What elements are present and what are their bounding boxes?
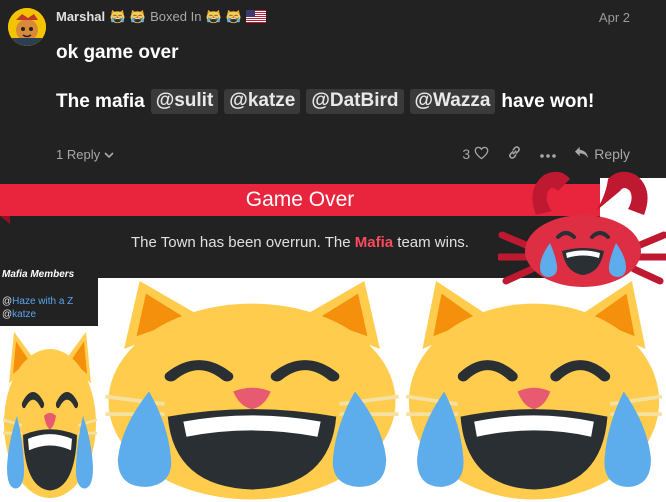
post-text: have won! [501,90,595,112]
cat-flair-icon [130,9,145,24]
post-text-line: The mafia @sulit @katze @DatBird @Wazza … [56,89,594,114]
member-link[interactable]: @Haze with a Z [2,296,73,307]
joy-cat-emoji [398,276,666,502]
heart-icon [474,146,489,163]
crab-emoji [498,171,666,287]
replies-toggle[interactable]: 1 Reply [56,147,114,162]
more-options-icon[interactable] [540,146,557,162]
post-date[interactable]: Apr 2 [599,10,630,25]
cat-flair-icon [206,9,222,24]
mention-link[interactable]: @katze [224,89,301,114]
link-icon[interactable] [507,145,522,163]
message-text: team wins. [397,234,469,251]
reply-button[interactable]: Reply [574,146,630,162]
post-text-line: ok game over [56,42,179,63]
mention-link[interactable]: @sulit [150,89,219,114]
like-button[interactable]: 3 [462,146,489,163]
forum-post: Marshal Boxed In Apr 2 ok game over The … [0,0,666,178]
us-flag-icon [246,10,267,23]
like-count: 3 [462,146,471,162]
mafia-members-panel: Mafia Members @Haze with a Z @katze [0,262,98,326]
post-actions: 3 Reply [462,145,630,163]
replies-label: 1 Reply [56,147,101,162]
joy-cat-emoji [96,276,408,502]
mafia-highlight: Mafia [354,234,394,251]
post-text: The mafia [56,90,145,112]
cat-flair-icon [110,9,125,24]
cat-flair-icon [226,9,242,24]
mafia-members-title: Mafia Members [2,269,75,280]
chevron-down-icon [104,147,114,162]
reply-label: Reply [594,146,630,162]
reply-arrow-icon [574,146,589,162]
avatar[interactable] [8,8,46,46]
user-title: Boxed In [150,9,202,24]
member-link[interactable]: @katze [2,309,36,320]
banner-fold [0,216,10,224]
mention-link[interactable]: @DatBird [306,89,404,114]
username-link[interactable]: Marshal [56,9,105,24]
message-text: The Town has been overrun. The [131,234,351,251]
joy-cat-emoji [0,328,100,500]
mention-link[interactable]: @Wazza [409,89,496,114]
